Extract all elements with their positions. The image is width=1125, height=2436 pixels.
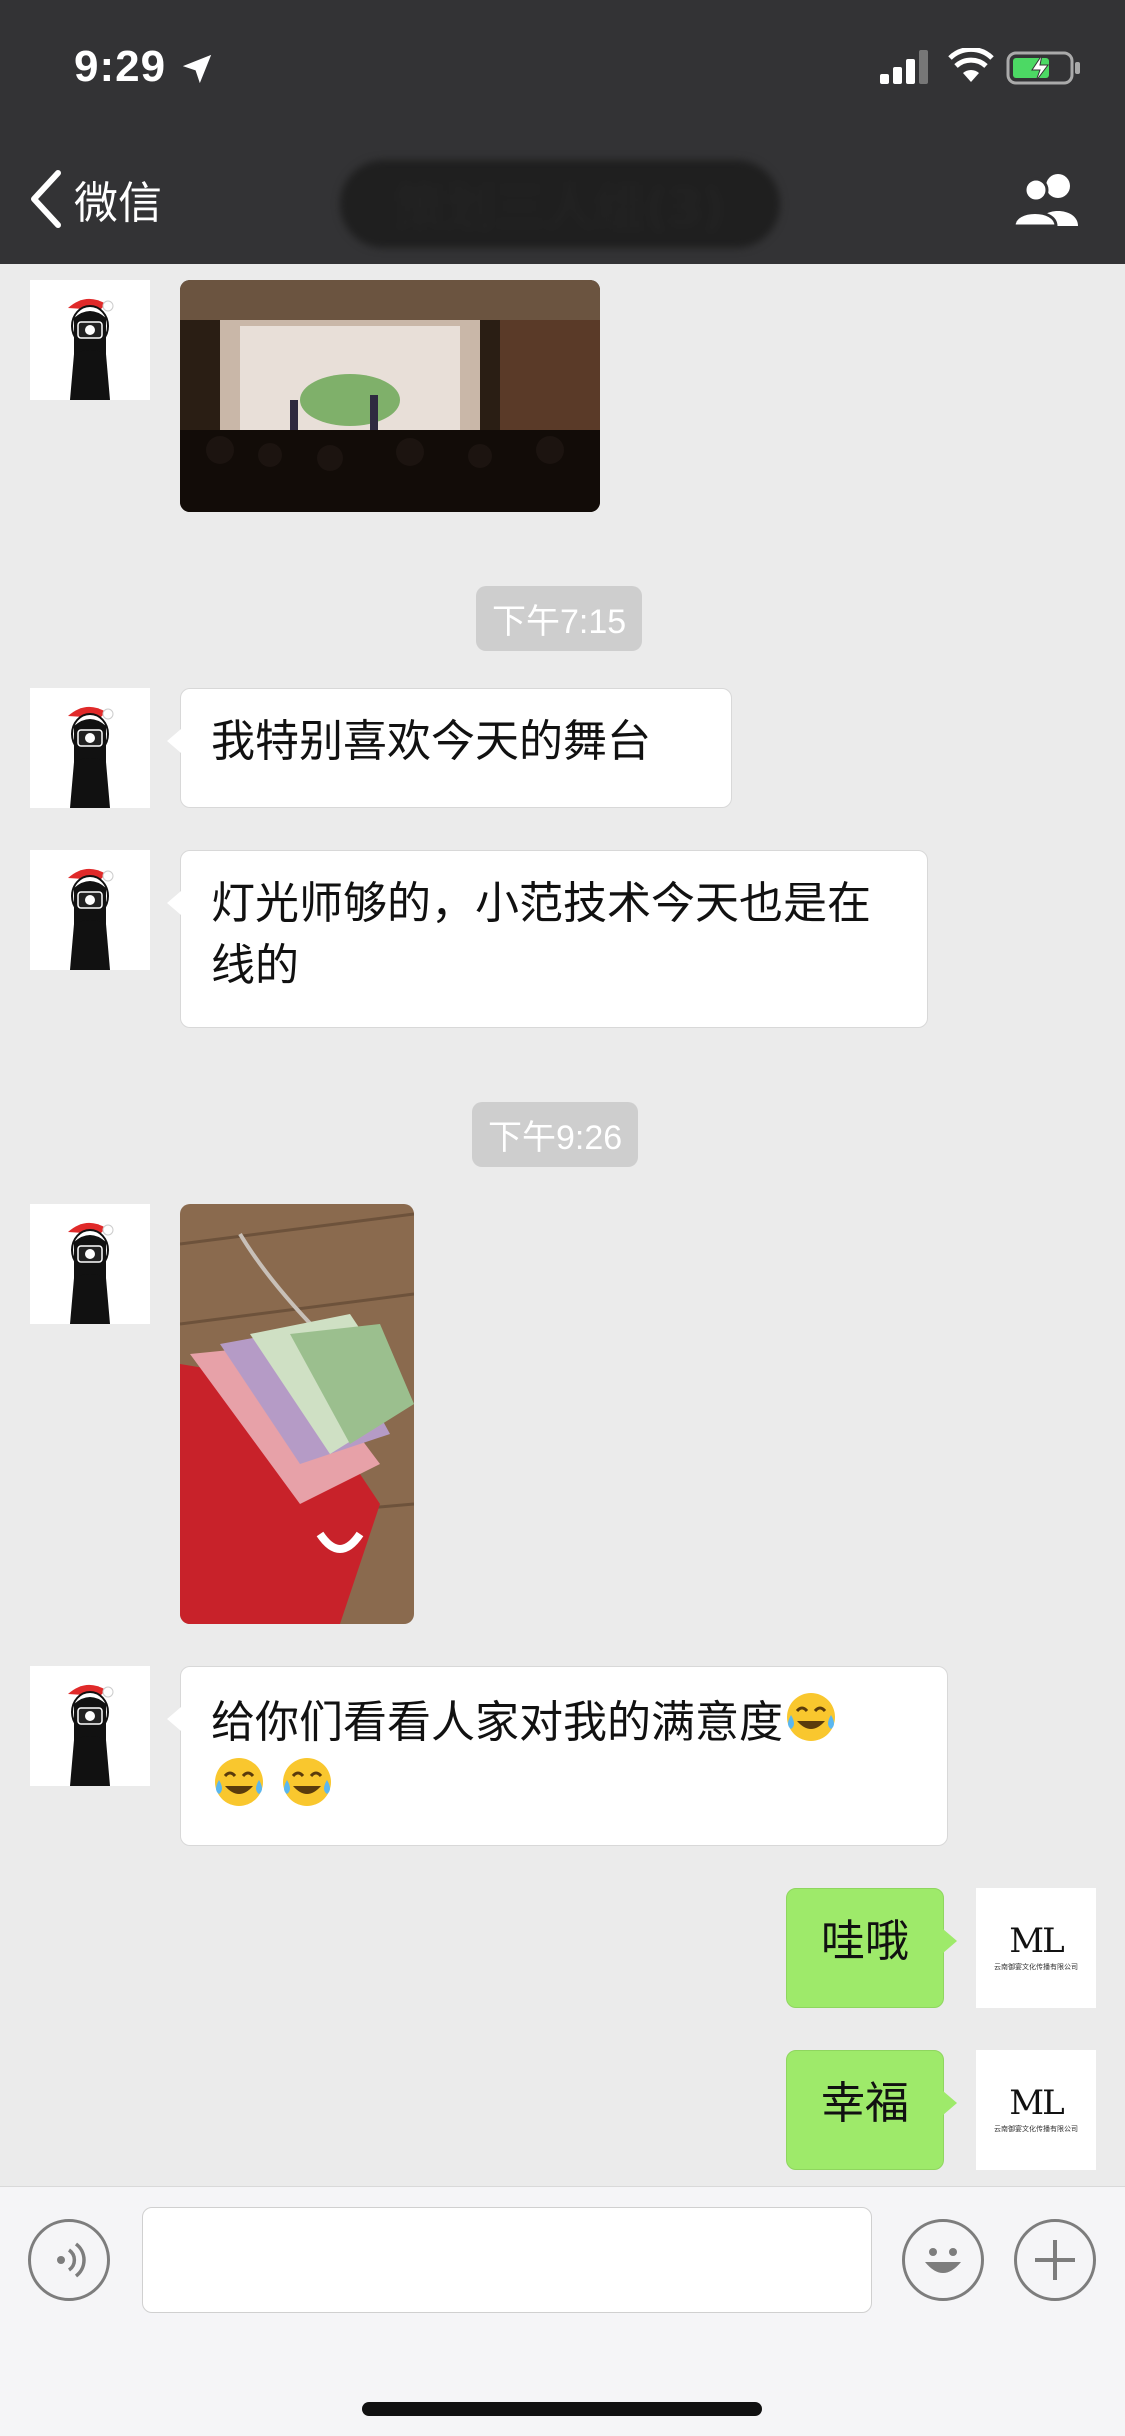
avatar[interactable] (30, 850, 150, 970)
plus-icon (1035, 2240, 1075, 2280)
group-members-icon[interactable] (1012, 170, 1084, 228)
voice-icon (57, 2242, 86, 2278)
avatar[interactable] (30, 280, 150, 400)
location-arrow-icon (182, 54, 212, 84)
message-bubble[interactable]: 我特别喜欢今天的舞台 (167, 688, 732, 808)
message-text: 灯光师够的，小范技术今天也是在线的 (211, 878, 871, 991)
avatar-logo: ML (1009, 1921, 1064, 1961)
top-bar: 9:29 微信 策划三人组(3) (0, 0, 1125, 264)
message-input[interactable] (142, 2207, 872, 2313)
stage-image (180, 280, 600, 512)
emoji-button[interactable] (902, 2219, 984, 2301)
money-image (180, 1204, 414, 1624)
wifi-icon (948, 48, 994, 82)
my-message-bubble[interactable]: 幸福 (786, 2050, 957, 2170)
avatar-logo: ML (1009, 2083, 1064, 2123)
tears-of-joy-emoji-icon (215, 1758, 263, 1806)
battery-icon (1006, 51, 1080, 85)
avatar-illustration (68, 1222, 114, 1324)
message-bubble[interactable]: 灯光师够的，小范技术今天也是在线的 (167, 850, 928, 1028)
avatar-illustration (68, 1684, 114, 1786)
avatar-caption: 云南御宴文化传播有限公司 (994, 1963, 1078, 1971)
avatar[interactable] (30, 1666, 150, 1786)
message-bubble[interactable]: 给你们看看人家对我的满意度 (167, 1666, 948, 1846)
back-button[interactable]: 微信 (28, 164, 162, 234)
back-label: 微信 (74, 178, 162, 229)
avatar-illustration (68, 298, 114, 400)
avatar[interactable] (30, 1204, 150, 1324)
money-photo[interactable] (180, 1204, 414, 1624)
timestamp: 下午7:15 (476, 586, 643, 651)
my-message-bubble[interactable]: 哇哦 (786, 1888, 957, 2008)
home-indicator[interactable] (362, 2402, 762, 2416)
my-avatar[interactable]: ML 云南御宴文化传播有限公司 (976, 2050, 1096, 2170)
home-area (0, 2336, 1125, 2436)
message-text: 哇哦 (821, 1916, 909, 1967)
tears-of-joy-emoji-icon (787, 1693, 835, 1741)
message-text: 幸福 (821, 2078, 909, 2129)
signal-icon (880, 50, 928, 84)
status-time: 9:29 (74, 42, 167, 91)
chat-title: 策划三人组(3) (340, 160, 780, 248)
my-avatar[interactable]: ML 云南御宴文化传播有限公司 (976, 1888, 1096, 2008)
avatar[interactable] (30, 688, 150, 808)
avatar-illustration (68, 868, 114, 970)
plus-button[interactable] (1014, 2219, 1096, 2301)
message-text: 我特别喜欢今天的舞台 (211, 716, 651, 767)
voice-button[interactable] (28, 2219, 110, 2301)
stage-photo[interactable] (180, 280, 600, 512)
input-bar (0, 2186, 1125, 2337)
timestamp: 下午9:26 (472, 1102, 639, 1167)
message-text: 给你们看看人家对我的满意度 (211, 1697, 783, 1748)
back-chevron-icon (31, 170, 61, 228)
tears-of-joy-emoji-icon (283, 1758, 331, 1806)
avatar-caption: 云南御宴文化传播有限公司 (994, 2125, 1078, 2133)
emoji-icon (925, 2248, 961, 2273)
avatar-illustration (68, 706, 114, 808)
